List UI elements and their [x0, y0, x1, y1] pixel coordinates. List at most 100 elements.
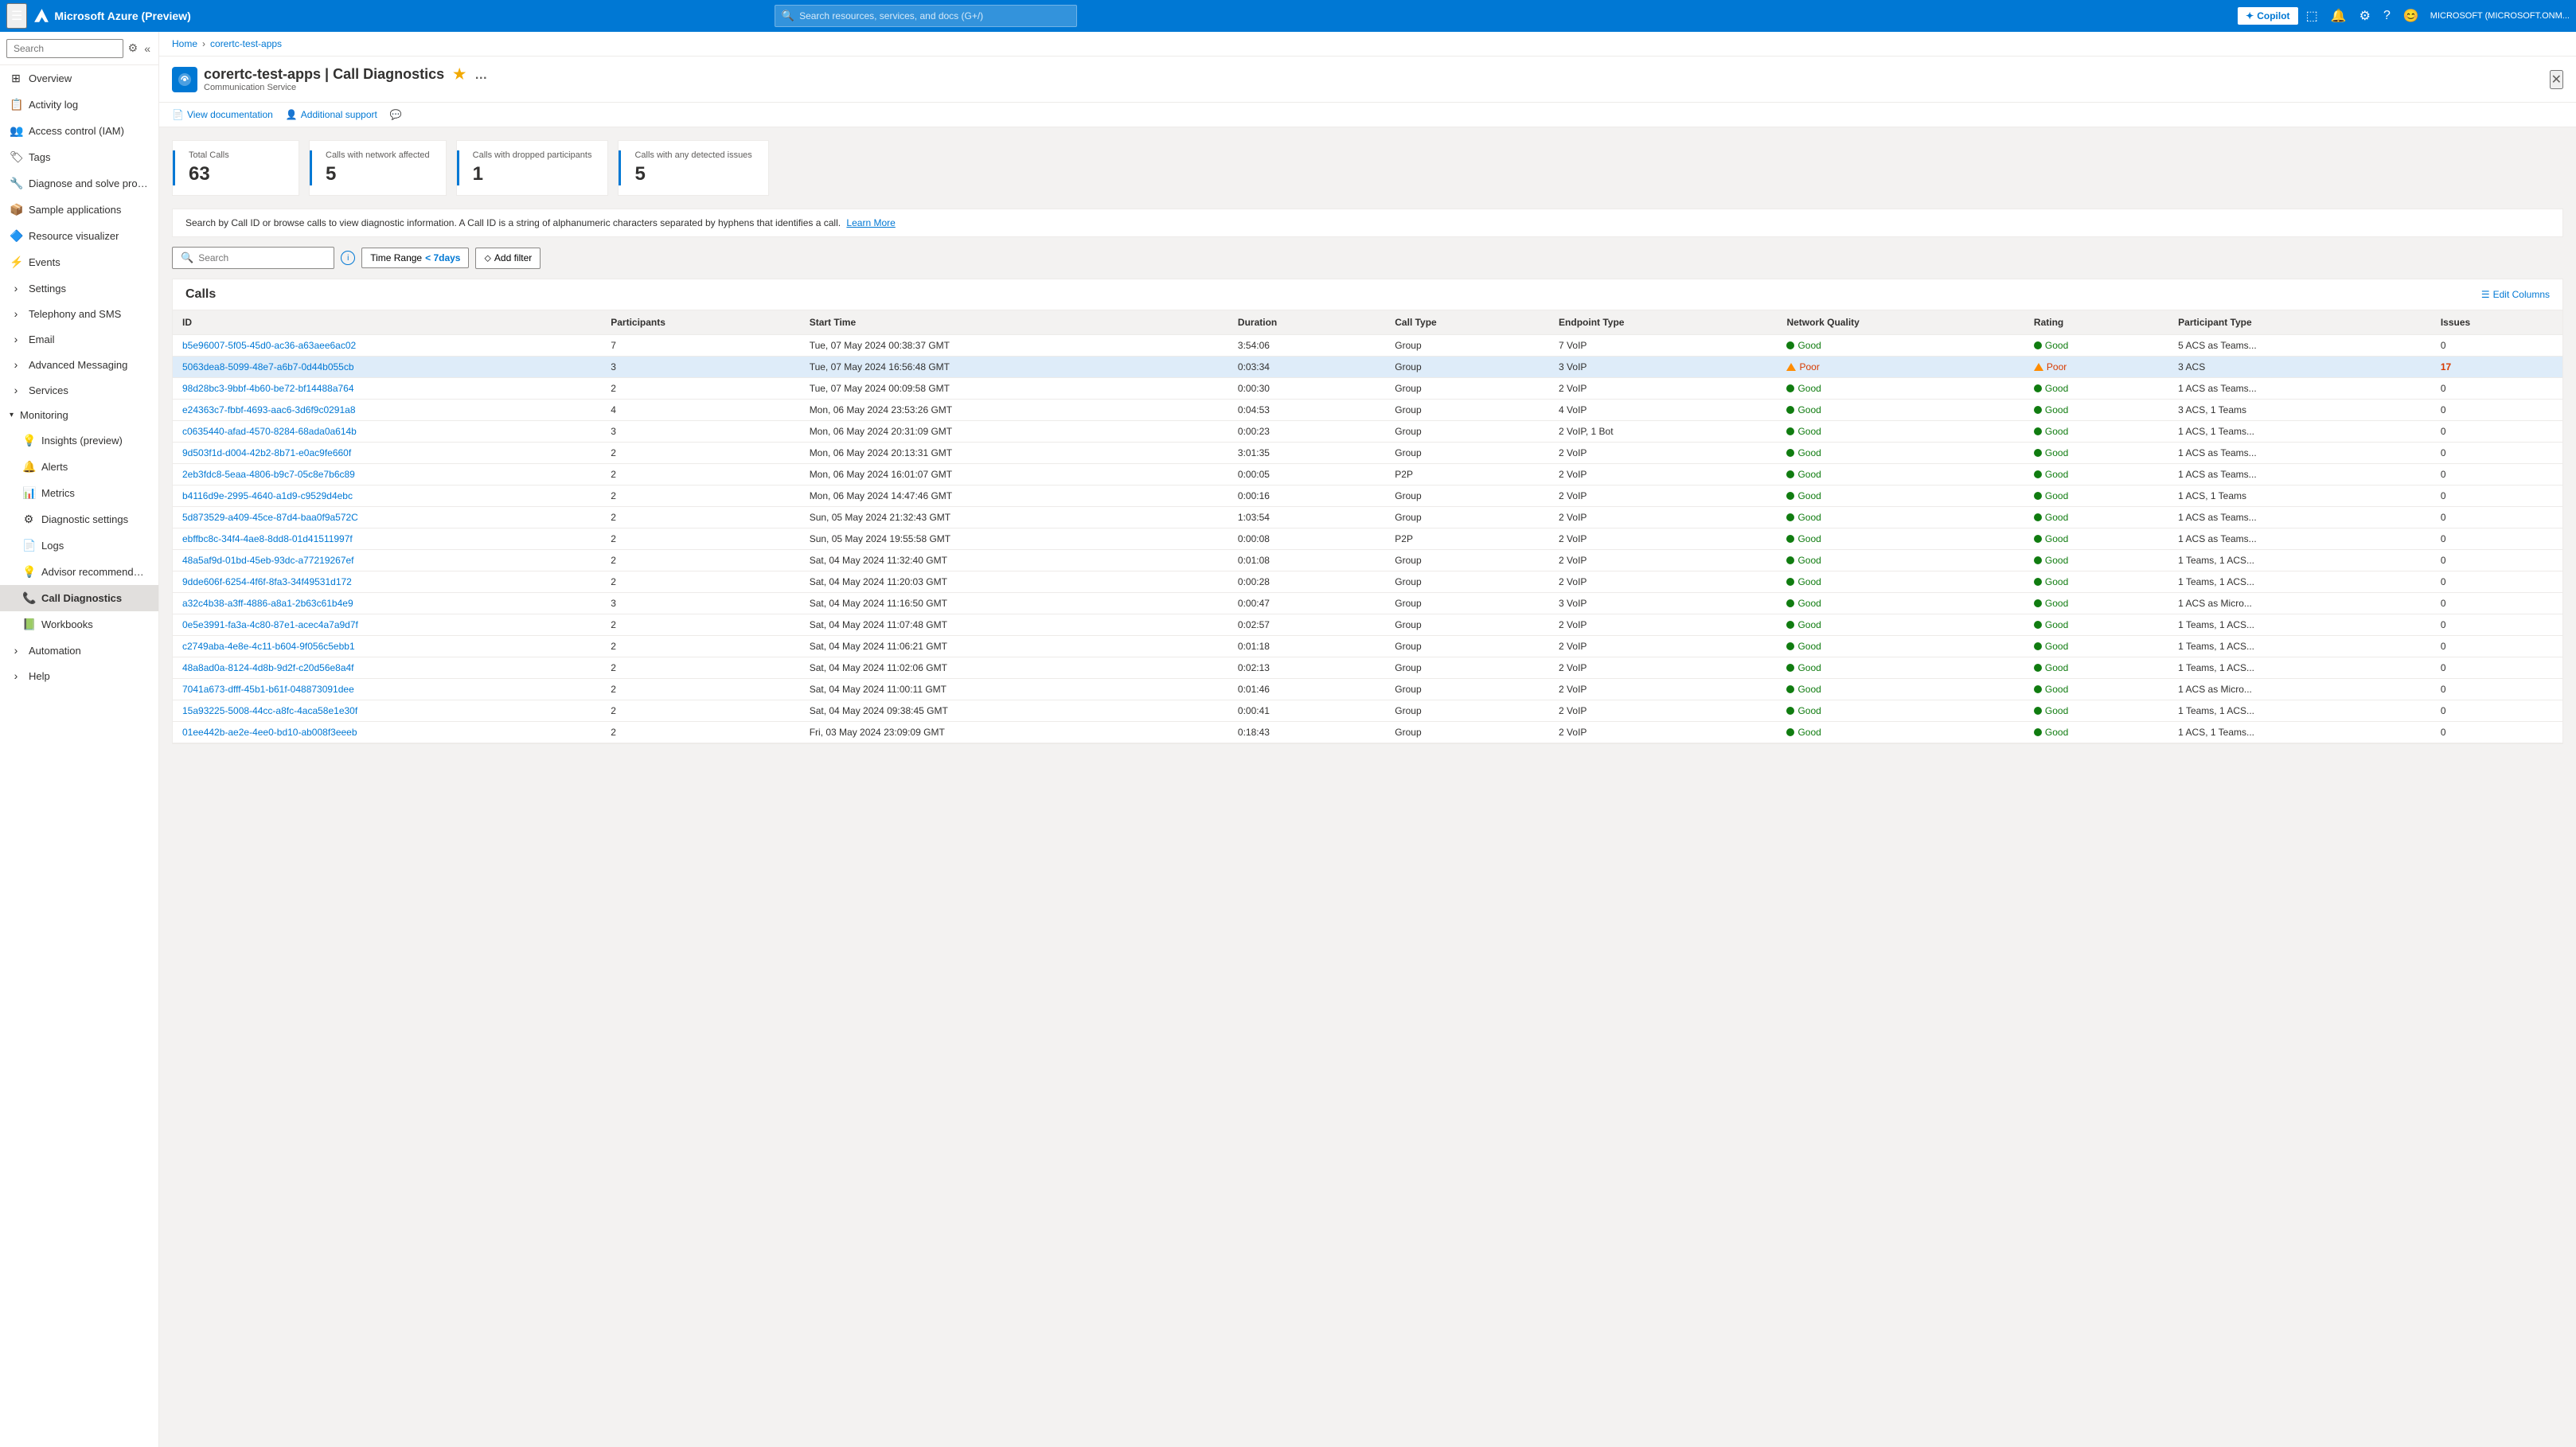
search-input[interactable] [198, 252, 326, 263]
cell-id[interactable]: e24363c7-fbbf-4693-aac6-3d6f9c0291a8 [173, 400, 601, 421]
call-id-link[interactable]: 5d873529-a409-45ce-87d4-baa0f9a572C [182, 512, 358, 523]
table-row[interactable]: 0e5e3991-fa3a-4c80-87e1-acec4a7a9d7f 2 S… [173, 614, 2562, 636]
table-row[interactable]: 5063dea8-5099-48e7-a6b7-0d44b055cb 3 Tue… [173, 357, 2562, 378]
sidebar-item-logs[interactable]: 📄 Logs [0, 532, 158, 559]
call-id-link[interactable]: e24363c7-fbbf-4693-aac6-3d6f9c0291a8 [182, 404, 356, 415]
call-id-link[interactable]: 9d503f1d-d004-42b2-8b71-e0ac9fe660f [182, 447, 351, 458]
nav-icon-cloud[interactable]: ⬚ [2301, 3, 2323, 29]
sidebar-item-settings[interactable]: › Settings [0, 275, 158, 301]
sidebar-collapse-icon[interactable]: « [142, 40, 152, 57]
table-row[interactable]: c0635440-afad-4570-8284-68ada0a614b 3 Mo… [173, 421, 2562, 443]
cell-id[interactable]: a32c4b38-a3ff-4886-a8a1-2b63c61b4e9 [173, 593, 601, 614]
table-row[interactable]: 15a93225-5008-44cc-a8fc-4aca58e1e30f 2 S… [173, 700, 2562, 722]
cell-id[interactable]: b5e96007-5f05-45d0-ac36-a63aee6ac02 [173, 335, 601, 357]
call-id-link[interactable]: 15a93225-5008-44cc-a8fc-4aca58e1e30f [182, 705, 357, 716]
breadcrumb-resource[interactable]: corertc-test-apps [210, 38, 282, 49]
call-id-link[interactable]: a32c4b38-a3ff-4886-a8a1-2b63c61b4e9 [182, 598, 353, 609]
call-id-link[interactable]: 01ee442b-ae2e-4ee0-bd10-ab008f3eeeb [182, 727, 357, 738]
cell-id[interactable]: 48a5af9d-01bd-45eb-93dc-a77219267ef [173, 550, 601, 571]
sidebar-item-automation[interactable]: › Automation [0, 638, 158, 663]
hamburger-menu[interactable]: ☰ [6, 3, 27, 29]
call-id-link[interactable]: 2eb3fdc8-5eaa-4806-b9c7-05c8e7b6c89 [182, 469, 355, 480]
table-row[interactable]: 01ee442b-ae2e-4ee0-bd10-ab008f3eeeb 2 Fr… [173, 722, 2562, 743]
additional-support-button[interactable]: 👤 Additional support [286, 109, 377, 120]
cell-id[interactable]: 9dde606f-6254-4f6f-8fa3-34f49531d172 [173, 571, 601, 593]
nav-icon-feedback[interactable]: 😊 [2398, 3, 2424, 29]
sidebar-item-tags[interactable]: 🏷 Tags [0, 144, 158, 170]
table-row[interactable]: a32c4b38-a3ff-4886-a8a1-2b63c61b4e9 3 Sa… [173, 593, 2562, 614]
sidebar-item-call-diagnostics[interactable]: 📞 Call Diagnostics [0, 585, 158, 611]
add-filter-button[interactable]: ⬦ Add filter [475, 248, 541, 269]
nav-icon-notifications[interactable]: 🔔 [2326, 3, 2352, 29]
table-row[interactable]: 9dde606f-6254-4f6f-8fa3-34f49531d172 2 S… [173, 571, 2562, 593]
cell-id[interactable]: c2749aba-4e8e-4c11-b604-9f056c5ebb1 [173, 636, 601, 657]
cell-id[interactable]: 01ee442b-ae2e-4ee0-bd10-ab008f3eeeb [173, 722, 601, 743]
call-id-link[interactable]: 9dde606f-6254-4f6f-8fa3-34f49531d172 [182, 576, 352, 587]
view-docs-button[interactable]: 📄 View documentation [172, 109, 273, 120]
sidebar-item-telephony[interactable]: › Telephony and SMS [0, 301, 158, 326]
learn-more-link[interactable]: Learn More [846, 217, 895, 228]
cell-id[interactable]: b4116d9e-2995-4640-a1d9-c9529d4ebc [173, 486, 601, 507]
table-row[interactable]: ebffbc8c-34f4-4ae8-8dd8-01d41511997f 2 S… [173, 528, 2562, 550]
sidebar-item-resource-visualizer[interactable]: 🔷 Resource visualizer [0, 223, 158, 249]
cell-id[interactable]: c0635440-afad-4570-8284-68ada0a614b [173, 421, 601, 443]
table-row[interactable]: c2749aba-4e8e-4c11-b604-9f056c5ebb1 2 Sa… [173, 636, 2562, 657]
breadcrumb-home[interactable]: Home [172, 38, 197, 49]
cell-id[interactable]: 7041a673-dfff-45b1-b61f-048873091dee [173, 679, 601, 700]
table-row[interactable]: 5d873529-a409-45ce-87d4-baa0f9a572C 2 Su… [173, 507, 2562, 528]
sidebar-item-metrics[interactable]: 📊 Metrics [0, 480, 158, 506]
edit-columns-button[interactable]: ☰ Edit Columns [2481, 289, 2550, 300]
call-id-link[interactable]: c2749aba-4e8e-4c11-b604-9f056c5ebb1 [182, 641, 355, 652]
table-row[interactable]: 7041a673-dfff-45b1-b61f-048873091dee 2 S… [173, 679, 2562, 700]
table-row[interactable]: 98d28bc3-9bbf-4b60-be72-bf14488a764 2 Tu… [173, 378, 2562, 400]
table-row[interactable]: 48a5af9d-01bd-45eb-93dc-a77219267ef 2 Sa… [173, 550, 2562, 571]
call-id-link[interactable]: b4116d9e-2995-4640-a1d9-c9529d4ebc [182, 490, 353, 501]
table-row[interactable]: e24363c7-fbbf-4693-aac6-3d6f9c0291a8 4 M… [173, 400, 2562, 421]
table-row[interactable]: 48a8ad0a-8124-4d8b-9d2f-c20d56e8a4f 2 Sa… [173, 657, 2562, 679]
table-row[interactable]: 2eb3fdc8-5eaa-4806-b9c7-05c8e7b6c89 2 Mo… [173, 464, 2562, 486]
close-button[interactable]: ✕ [2550, 70, 2563, 89]
table-row[interactable]: b4116d9e-2995-4640-a1d9-c9529d4ebc 2 Mon… [173, 486, 2562, 507]
search-filter[interactable]: 🔍 [172, 247, 334, 269]
sidebar-item-services[interactable]: › Services [0, 377, 158, 403]
cell-id[interactable]: 5063dea8-5099-48e7-a6b7-0d44b055cb [173, 357, 601, 378]
sidebar-item-workbooks[interactable]: 📗 Workbooks [0, 611, 158, 638]
call-id-link[interactable]: 7041a673-dfff-45b1-b61f-048873091dee [182, 684, 354, 695]
copilot-button[interactable]: ✦ Copilot [2238, 7, 2297, 25]
cell-id[interactable]: 98d28bc3-9bbf-4b60-be72-bf14488a764 [173, 378, 601, 400]
monitoring-group-header[interactable]: ▾ Monitoring [0, 403, 158, 427]
cell-id[interactable]: 15a93225-5008-44cc-a8fc-4aca58e1e30f [173, 700, 601, 722]
sidebar-item-sample-apps[interactable]: 📦 Sample applications [0, 197, 158, 223]
search-info-icon[interactable]: i [341, 251, 355, 265]
sidebar-search-input[interactable] [6, 39, 123, 58]
feedback-button[interactable]: 💬 [390, 109, 402, 120]
sidebar-item-advanced-messaging[interactable]: › Advanced Messaging [0, 352, 158, 377]
sidebar-item-insights[interactable]: 💡 Insights (preview) [0, 427, 158, 454]
table-row[interactable]: 9d503f1d-d004-42b2-8b71-e0ac9fe660f 2 Mo… [173, 443, 2562, 464]
more-options[interactable]: … [474, 68, 487, 82]
cell-id[interactable]: 0e5e3991-fa3a-4c80-87e1-acec4a7a9d7f [173, 614, 601, 636]
call-id-link[interactable]: 5063dea8-5099-48e7-a6b7-0d44b055cb [182, 361, 354, 372]
cell-id[interactable]: ebffbc8c-34f4-4ae8-8dd8-01d41511997f [173, 528, 601, 550]
sidebar-item-events[interactable]: ⚡ Events [0, 249, 158, 275]
call-id-link[interactable]: b5e96007-5f05-45d0-ac36-a63aee6ac02 [182, 340, 356, 351]
time-range-button[interactable]: Time Range < 7days [361, 248, 469, 268]
cell-id[interactable]: 9d503f1d-d004-42b2-8b71-e0ac9fe660f [173, 443, 601, 464]
global-search[interactable]: 🔍 [775, 5, 1077, 27]
sidebar-item-help[interactable]: › Help [0, 663, 158, 688]
favorite-star[interactable]: ★ [453, 66, 466, 82]
sidebar-item-email[interactable]: › Email [0, 326, 158, 352]
global-search-input[interactable] [799, 10, 1070, 21]
cell-id[interactable]: 2eb3fdc8-5eaa-4806-b9c7-05c8e7b6c89 [173, 464, 601, 486]
call-id-link[interactable]: c0635440-afad-4570-8284-68ada0a614b [182, 426, 357, 437]
nav-icon-help[interactable]: ? [2379, 4, 2395, 28]
table-row[interactable]: b5e96007-5f05-45d0-ac36-a63aee6ac02 7 Tu… [173, 335, 2562, 357]
sidebar-item-alerts[interactable]: 🔔 Alerts [0, 454, 158, 480]
sidebar-item-overview[interactable]: ⊞ Overview [0, 65, 158, 92]
call-id-link[interactable]: ebffbc8c-34f4-4ae8-8dd8-01d41511997f [182, 533, 353, 544]
call-id-link[interactable]: 98d28bc3-9bbf-4b60-be72-bf14488a764 [182, 383, 354, 394]
sidebar-item-advisor[interactable]: 💡 Advisor recommendations [0, 559, 158, 585]
call-id-link[interactable]: 48a5af9d-01bd-45eb-93dc-a77219267ef [182, 555, 354, 566]
call-id-link[interactable]: 0e5e3991-fa3a-4c80-87e1-acec4a7a9d7f [182, 619, 358, 630]
cell-id[interactable]: 48a8ad0a-8124-4d8b-9d2f-c20d56e8a4f [173, 657, 601, 679]
